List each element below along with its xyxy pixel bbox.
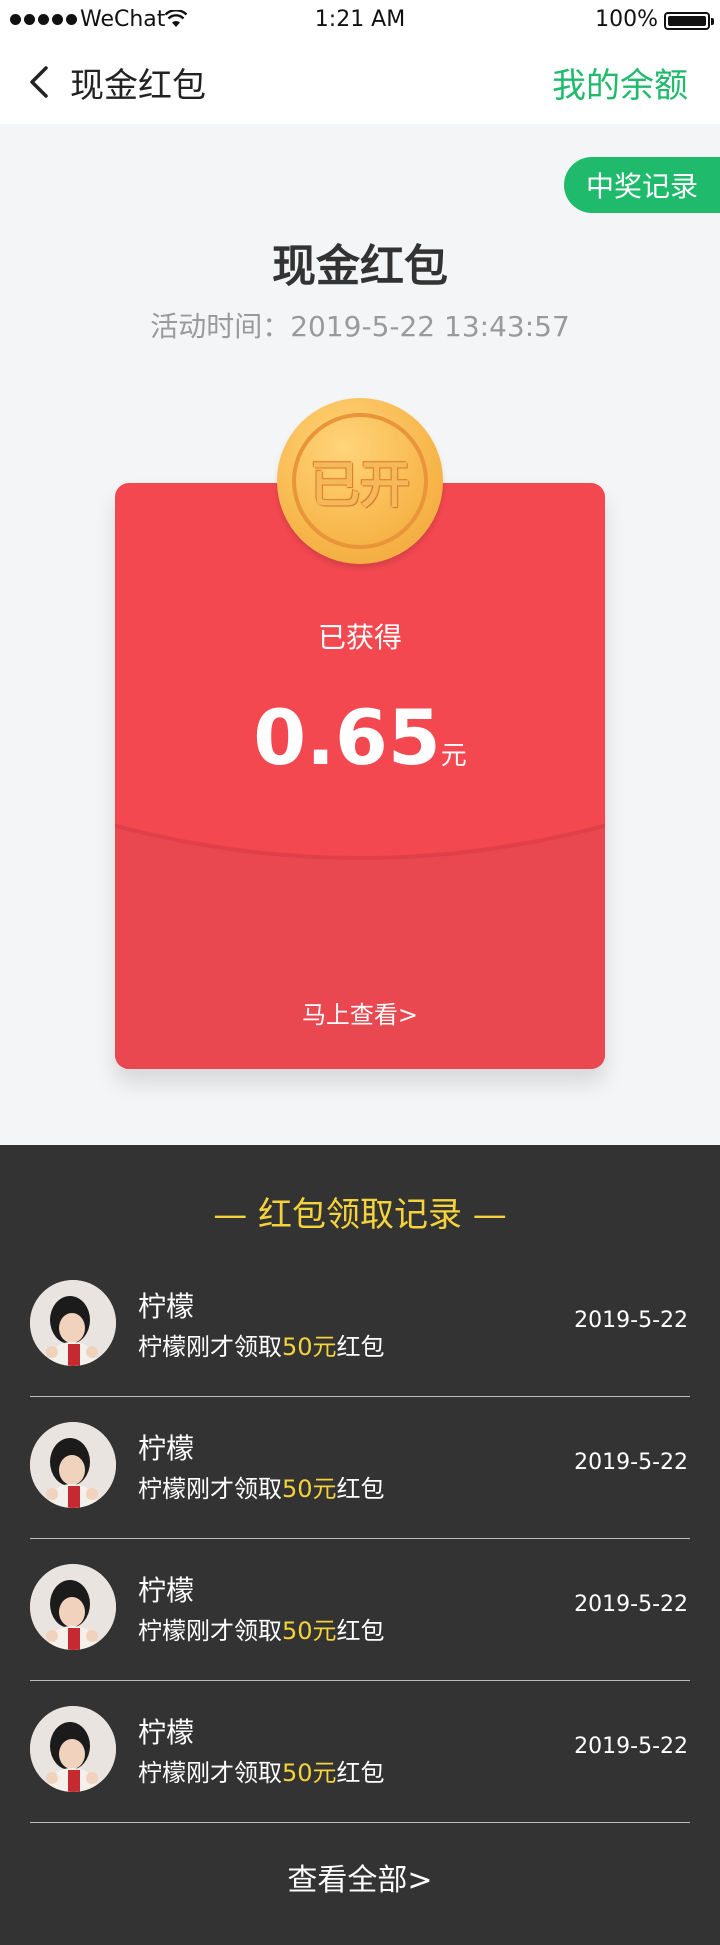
records-section: — 红包领取记录 — 柠檬 柠檬刚才领取50元红包 2019-5-22 柠檬 柠… <box>0 1145 720 1945</box>
record-desc: 柠檬刚才领取50元红包 <box>138 1617 385 1645</box>
list-item: 柠檬 柠檬刚才领取50元红包 2019-5-22 <box>30 1255 690 1397</box>
record-name: 柠檬 <box>138 1290 195 1323</box>
activity-time: 活动时间：2019-5-22 13:43:57 <box>150 310 570 343</box>
page-title: 现金红包 <box>272 241 448 292</box>
battery-icon <box>664 12 714 30</box>
battery-percent: 100% <box>595 7 658 32</box>
nav-title: 现金红包 <box>70 66 206 106</box>
list-item: 柠檬 柠檬刚才领取50元红包 2019-5-22 <box>30 1539 690 1681</box>
list-item: 柠檬 柠檬刚才领取50元红包 2019-5-22 <box>30 1681 690 1823</box>
coin-label: 已开 <box>310 456 410 514</box>
record-date: 2019-5-22 <box>574 1308 688 1333</box>
status-bar: WeChat 1:21 AM 100% <box>0 0 720 40</box>
record-desc: 柠檬刚才领取50元红包 <box>138 1759 385 1787</box>
records-list: 柠檬 柠檬刚才领取50元红包 2019-5-22 柠檬 柠檬刚才领取50元红包 … <box>30 1255 690 1823</box>
avatar <box>30 1280 116 1366</box>
my-balance-link[interactable]: 我的余额 <box>552 58 688 107</box>
red-envelope-card: 已获得 0.65元 马上查看> <box>115 483 605 1069</box>
nav-bar: 现金红包 我的余额 <box>0 40 720 124</box>
amount-display: 0.65元 <box>115 693 605 782</box>
record-name: 柠檬 <box>138 1716 195 1749</box>
top-bar: WeChat 1:21 AM 100% 现金红包 我的余额 <box>0 0 720 124</box>
envelope-bottom <box>115 873 605 1069</box>
record-amount: 50元 <box>282 1617 337 1645</box>
avatar <box>30 1422 116 1508</box>
record-amount: 50元 <box>282 1475 337 1503</box>
avatar <box>30 1564 116 1650</box>
obtained-label: 已获得 <box>317 621 402 654</box>
amount-unit: 元 <box>440 741 467 771</box>
record-name: 柠檬 <box>138 1432 195 1465</box>
record-desc: 柠檬刚才领取50元红包 <box>138 1475 385 1503</box>
records-heading: — 红包领取记录 — <box>213 1195 507 1235</box>
opened-coin-badge: 已开 <box>277 398 443 564</box>
avatar <box>30 1706 116 1792</box>
record-amount: 50元 <box>282 1333 337 1361</box>
list-item: 柠檬 柠檬刚才领取50元红包 2019-5-22 <box>30 1397 690 1539</box>
record-amount: 50元 <box>282 1759 337 1787</box>
record-date: 2019-5-22 <box>574 1734 688 1759</box>
amount-value: 0.65 <box>253 693 441 782</box>
chevron-left-icon[interactable] <box>26 62 56 102</box>
view-now-link[interactable]: 马上查看> <box>115 995 605 1030</box>
record-desc: 柠檬刚才领取50元红包 <box>138 1333 385 1361</box>
winning-records-button[interactable]: 中奖记录 <box>564 157 720 213</box>
record-date: 2019-5-22 <box>574 1450 688 1475</box>
record-date: 2019-5-22 <box>574 1592 688 1617</box>
view-all-link[interactable]: 查看全部> <box>0 1855 720 1899</box>
record-name: 柠檬 <box>138 1574 195 1607</box>
